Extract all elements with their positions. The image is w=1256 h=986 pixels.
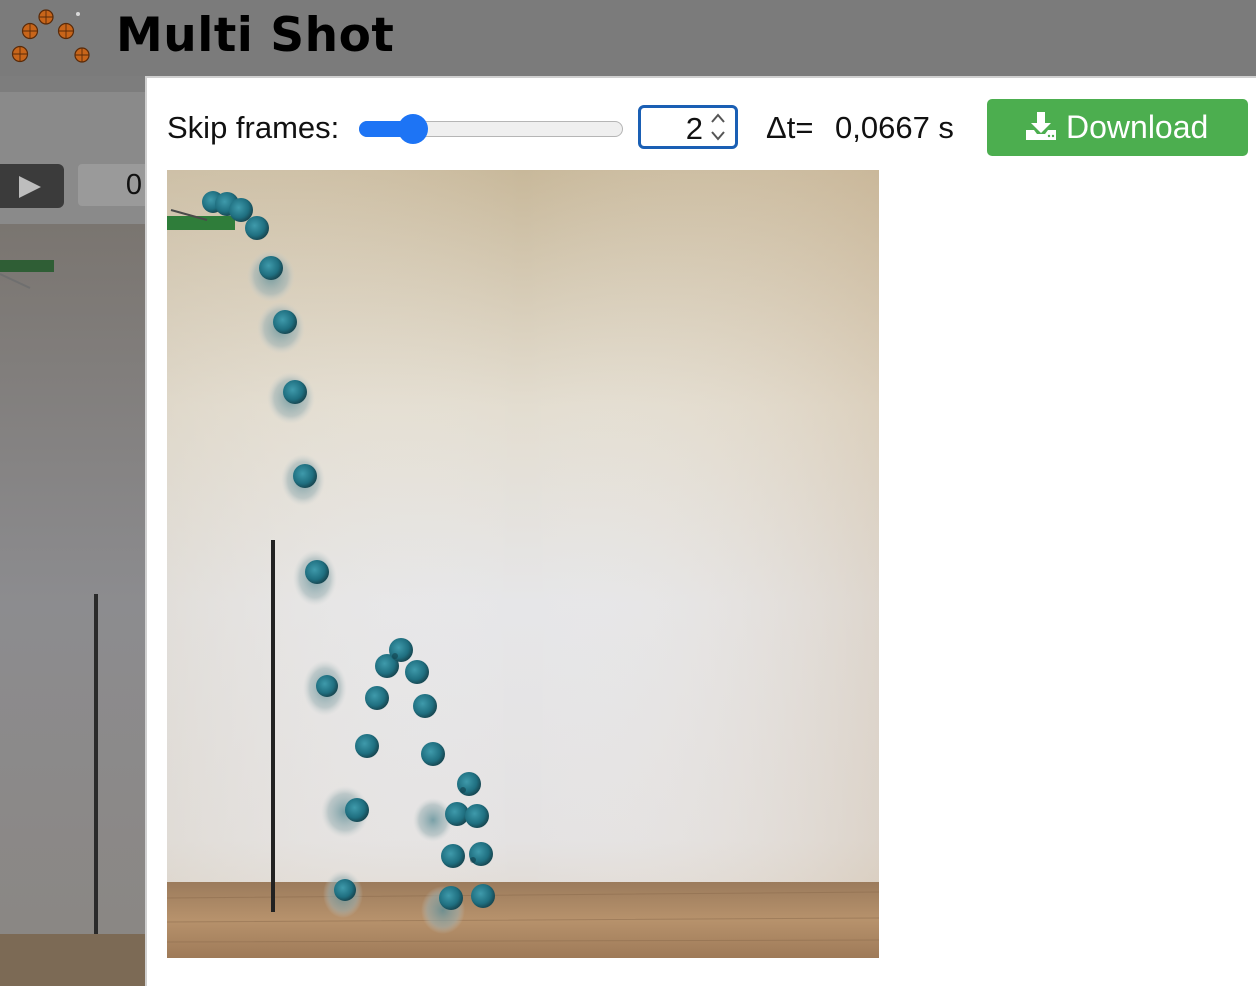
- basketballs-logo-icon: [0, 0, 100, 76]
- skip-frames-value: 2: [685, 111, 703, 146]
- video-panel: 0: [0, 92, 146, 986]
- play-icon: [19, 176, 41, 198]
- video-preview: [0, 224, 146, 986]
- frame-number-value: 0: [125, 169, 142, 201]
- play-button[interactable]: [0, 164, 64, 208]
- multishot-image: [167, 170, 879, 958]
- delta-t-label: Δt=: [766, 110, 814, 145]
- app-header: Multi Shot: [0, 0, 1256, 76]
- slider-thumb[interactable]: [398, 114, 428, 144]
- multishot-dialog: Skip frames: 2 Δt= 0,0667 s Download: [145, 76, 1256, 986]
- video-toolbar: 0: [0, 92, 146, 224]
- delta-t-value: 0,0667 s: [835, 110, 954, 145]
- download-icon: [1026, 112, 1056, 140]
- spinner-arrows-icon[interactable]: [709, 111, 727, 143]
- download-button[interactable]: Download: [987, 99, 1248, 156]
- skip-frames-label: Skip frames:: [167, 110, 340, 145]
- download-label: Download: [1066, 109, 1209, 145]
- frame-number-field[interactable]: 0: [78, 164, 146, 206]
- skip-frames-input[interactable]: 2: [638, 105, 738, 149]
- skip-frames-slider[interactable]: [359, 114, 623, 144]
- app-title: Multi Shot: [116, 8, 395, 63]
- app-window: Multi Shot 0 Skip frames: 2 Δt= 0,0667 s…: [0, 0, 1256, 986]
